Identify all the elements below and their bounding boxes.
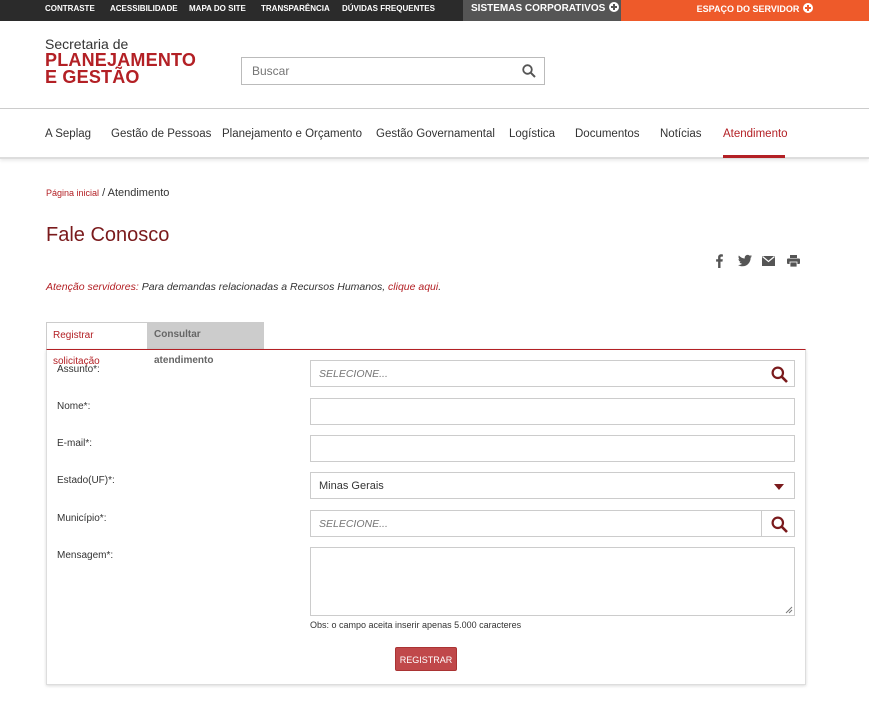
mail-icon[interactable] (762, 256, 775, 266)
facebook-icon[interactable] (714, 254, 724, 268)
page-title: Fale Conosco (46, 224, 170, 246)
registrar-button[interactable]: REGISTRAR (395, 647, 457, 671)
nav-item-logistica[interactable]: Logística (509, 128, 555, 140)
nav-item-planejamento-orcamento[interactable]: Planejamento e Orçamento (222, 128, 362, 140)
nav-item-gestao-governamental[interactable]: Gestão Governamental (376, 128, 495, 140)
municipio-search-divider (761, 511, 762, 536)
nav-item-noticias[interactable]: Notícias (660, 128, 702, 140)
email-field[interactable] (310, 435, 795, 462)
nome-field[interactable] (310, 398, 795, 425)
municipio-field[interactable] (310, 510, 795, 537)
logo-line-3: E GESTÃO (45, 67, 140, 87)
assunto-field[interactable] (310, 360, 795, 387)
breadcrumb-current: Atendimento (107, 187, 170, 199)
link-transparencia[interactable]: TRANSPARÊNCIA (261, 0, 330, 21)
breadcrumb-home-link[interactable]: Página inicial (46, 188, 99, 198)
search-icon[interactable] (771, 516, 788, 533)
search-box (241, 57, 545, 85)
link-mapa-do-site[interactable]: MAPA DO SITE (189, 0, 246, 21)
municipio-input[interactable] (311, 511, 794, 536)
email-input[interactable] (311, 436, 794, 461)
main-nav: A Seplag Gestão de Pessoas Planejamento … (0, 109, 869, 159)
link-acessibilidade[interactable]: ACESSIBILIDADE (110, 0, 178, 21)
plus-circle-icon (609, 2, 620, 12)
link-duvidas-frequentes[interactable]: DÚVIDAS FREQUENTES (342, 0, 435, 21)
mensagem-char-limit-note: Obs: o campo aceita inserir apenas 5.000… (310, 620, 522, 630)
plus-circle-icon (803, 3, 814, 13)
nav-active-indicator (723, 155, 785, 158)
tab-consultar-atendimento[interactable]: Consultar atendimento (148, 322, 264, 366)
link-contraste[interactable]: CONTRASTE (45, 0, 95, 21)
search-icon[interactable] (522, 64, 536, 78)
estado-selected-value: Minas Gerais (319, 480, 384, 492)
tab-registrar-solicitacao[interactable]: Registrar solicitação (46, 322, 148, 367)
search-input[interactable] (242, 58, 512, 84)
search-icon[interactable] (771, 366, 788, 383)
municipio-label: Município*: (57, 513, 107, 524)
mensagem-label: Mensagem*: (57, 550, 114, 561)
notice-link-clique-aqui[interactable]: clique aqui (388, 281, 438, 293)
twitter-icon[interactable] (738, 254, 752, 267)
sistemas-corporativos-label: SISTEMAS CORPORATIVOS (471, 3, 606, 14)
sistemas-corporativos-button[interactable]: SISTEMAS CORPORATIVOS (463, 0, 621, 21)
nav-item-seplag[interactable]: A Seplag (45, 128, 91, 140)
nome-input[interactable] (311, 399, 794, 424)
top-utility-bar: CONTRASTE ACESSIBILIDADE MAPA DO SITE TR… (0, 0, 869, 21)
estado-select[interactable]: Minas Gerais (310, 472, 795, 499)
nav-item-documentos[interactable]: Documentos (575, 128, 640, 140)
nome-label: Nome*: (57, 401, 91, 412)
mensagem-textarea[interactable] (310, 547, 795, 616)
print-icon[interactable] (787, 255, 800, 267)
espaco-do-servidor-button[interactable]: ESPAÇO DO SERVIDOR (621, 0, 869, 21)
resize-handle-icon[interactable] (785, 606, 793, 614)
assunto-label: Assunto*: (57, 364, 100, 375)
breadcrumb-separator: / (99, 187, 108, 199)
notice-text: Para demandas relacionadas a Recursos Hu… (138, 281, 389, 293)
espaco-do-servidor-label: ESPAÇO DO SERVIDOR (696, 4, 800, 14)
nav-item-gestao-pessoas[interactable]: Gestão de Pessoas (111, 128, 211, 140)
nav-item-atendimento[interactable]: Atendimento (723, 128, 788, 140)
estado-label: Estado(UF)*: (57, 475, 115, 486)
breadcrumb: Página inicial / Atendimento (46, 187, 169, 199)
assunto-input[interactable] (311, 361, 794, 386)
caret-down-icon (774, 484, 784, 490)
notice-lead: Atenção servidores: (46, 281, 139, 293)
email-label: E-mail*: (57, 438, 93, 449)
logo-planejamento-gestao[interactable]: PLANEJAMENTO E GESTÃO (45, 51, 196, 87)
servers-notice: Atenção servidores: Para demandas relaci… (46, 281, 441, 293)
notice-end: . (438, 281, 442, 293)
